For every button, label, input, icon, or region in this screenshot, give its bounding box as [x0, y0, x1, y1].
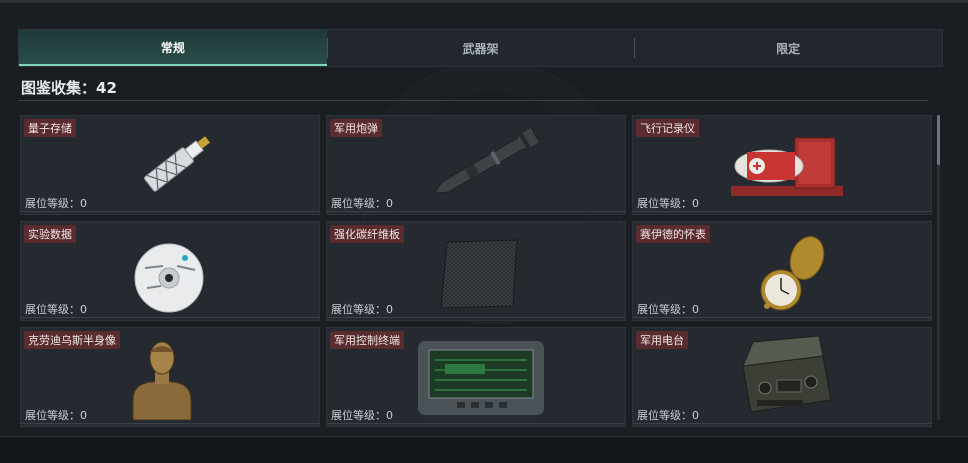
- control-terminal-icon: [417, 339, 546, 417]
- item-card[interactable]: 飞行记录仪 展位等级：0: [632, 115, 932, 215]
- item-name: 军用电台: [636, 331, 688, 349]
- item-name: 强化碳纤维板: [330, 225, 404, 243]
- item-name: 赛伊德的怀表: [636, 225, 710, 243]
- header-divider: [18, 100, 928, 101]
- carbon-plate-icon: [440, 239, 518, 309]
- category-tabs: 常规 武器架 限定: [18, 29, 943, 67]
- collection-grid: 量子存储 展位等级：0 军用炮弹 展位等级：0 飞行记录仪 展位等级：0 实验数…: [20, 115, 932, 427]
- flight-recorder-icon: [731, 137, 843, 196]
- item-level: 展位等级：0: [637, 409, 699, 422]
- top-frame: [0, 0, 968, 3]
- item-name: 飞行记录仪: [636, 119, 699, 137]
- item-card[interactable]: 量子存储 展位等级：0: [20, 115, 320, 215]
- item-level: 展位等级：0: [331, 409, 393, 422]
- artillery-shell-icon: [433, 126, 541, 194]
- item-level: 展位等级：0: [25, 197, 87, 210]
- item-card[interactable]: 军用电台 展位等级：0: [632, 327, 932, 427]
- item-name: 军用控制终端: [330, 331, 404, 349]
- item-level: 展位等级：0: [331, 303, 393, 316]
- item-level: 展位等级：0: [637, 303, 699, 316]
- tab-weapon-rack[interactable]: 武器架: [326, 30, 635, 66]
- radio-icon: [742, 336, 832, 413]
- item-card[interactable]: 实验数据 展位等级：0: [20, 221, 320, 321]
- item-name: 克劳迪乌斯半身像: [24, 331, 120, 349]
- scrollbar-thumb[interactable]: [937, 115, 940, 165]
- pocket-watch-icon: [760, 236, 825, 311]
- item-card[interactable]: 克劳迪乌斯半身像 展位等级：0: [20, 327, 320, 427]
- item-name: 军用炮弹: [330, 119, 382, 137]
- item-card[interactable]: 军用控制终端 展位等级：0: [326, 327, 626, 427]
- collection-count: 图鉴收集：42: [21, 79, 117, 97]
- bust-icon: [132, 341, 192, 420]
- item-level: 展位等级：0: [637, 197, 699, 210]
- item-name: 量子存储: [24, 119, 76, 137]
- item-name: 实验数据: [24, 225, 76, 243]
- item-card[interactable]: 赛伊德的怀表 展位等级：0: [632, 221, 932, 321]
- item-level: 展位等级：0: [25, 409, 87, 422]
- item-level: 展位等级：0: [331, 197, 393, 210]
- tab-general[interactable]: 常规: [19, 30, 327, 66]
- item-card[interactable]: 军用炮弹 展位等级：0: [326, 115, 626, 215]
- tab-limited[interactable]: 限定: [634, 30, 942, 66]
- usb-drive-icon: [143, 136, 210, 192]
- item-level: 展位等级：0: [25, 303, 87, 316]
- bottom-frame: [0, 436, 968, 463]
- item-card[interactable]: 强化碳纤维板 展位等级：0: [326, 221, 626, 321]
- scrollbar[interactable]: [937, 115, 940, 420]
- disc-icon: [134, 243, 204, 313]
